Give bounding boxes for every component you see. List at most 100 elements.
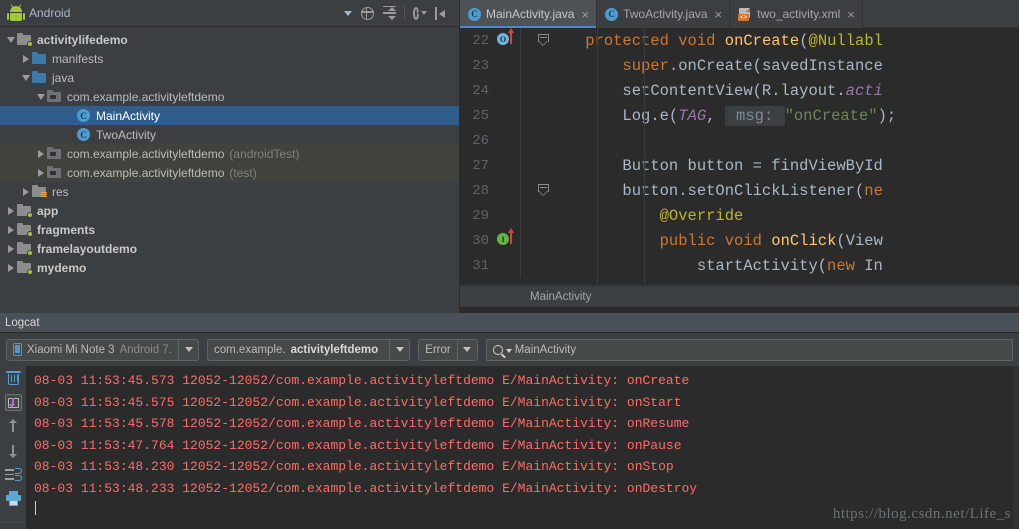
tree-item-twoactivity[interactable]: C TwoActivity [0,125,459,144]
close-icon[interactable]: × [581,8,589,21]
tree-item-mainactivity[interactable]: C MainActivity [0,106,459,125]
chevron-down-icon[interactable] [344,10,352,16]
locate-icon[interactable] [360,6,375,21]
code-line[interactable]: 24 setContentView(R.layout.acti [460,78,1019,103]
log-level-selector[interactable]: Error [418,338,478,361]
editor-breadcrumb[interactable]: MainActivity [460,285,1019,307]
tree-item-com-example-activityleftdemo[interactable]: com.example.activityleftdemo (androidTest… [0,144,459,163]
code-text[interactable]: button.setOnClickListener(ne [548,182,1019,200]
editor-gutter[interactable] [494,178,549,203]
tree-twisty[interactable] [20,187,32,196]
tree-item-activitylifedemo[interactable]: activitylifedemo [0,30,459,49]
tree-twisty[interactable] [20,74,32,81]
code-line[interactable]: 26 [460,128,1019,153]
code-line[interactable]: 29 @Override [460,203,1019,228]
code-text[interactable]: setContentView(R.layout.acti [548,82,1019,100]
print-icon[interactable] [5,490,22,507]
code-text[interactable]: Button button = findViewById [548,157,1019,175]
arrow-up-icon[interactable] [5,418,22,435]
code-line[interactable]: 27 Button button = findViewById [460,153,1019,178]
code-text[interactable]: startActivity(new In [548,257,1019,275]
editor-tab-mainactivity-java[interactable]: C MainActivity.java × [460,0,598,28]
scroll-to-end-icon[interactable] [4,394,22,411]
tree-item-fragments[interactable]: fragments [0,220,459,239]
tree-twisty[interactable] [35,93,47,100]
close-icon[interactable]: × [715,8,723,21]
code-line[interactable]: 25 Log.e(TAG, msg: "onCreate"); [460,103,1019,128]
process-selector-chevron-down-icon[interactable] [389,339,409,360]
tree-twisty[interactable] [20,54,32,63]
editor-gutter[interactable]: I [494,228,548,253]
editor-gutter[interactable] [494,153,548,178]
log-line[interactable]: 08-03 11:53:45.573 12052-12052/com.examp… [26,370,1019,392]
code-line[interactable]: 23 super.onCreate(savedInstance [460,53,1019,78]
code-text[interactable]: @Override [548,207,1019,225]
tree-item-framelayoutdemo[interactable]: framelayoutdemo [0,239,459,258]
tree-item-java[interactable]: java [0,68,459,87]
search-options-chevron-down-icon[interactable] [505,349,512,353]
editor-gutter[interactable] [494,53,548,78]
logcat-tab[interactable]: Logcat [0,313,1019,333]
device-selector-chevron-down-icon[interactable] [178,339,198,360]
editor-gutter[interactable] [494,203,548,228]
tree-item-res[interactable]: res [0,182,459,201]
code-text[interactable]: protected void onCreate(@Nullabl [548,32,1019,50]
logcat-search-input[interactable]: MainActivity [485,338,1013,361]
implements-marker-icon[interactable]: I [497,233,509,245]
log-line[interactable]: 08-03 11:53:45.578 12052-12052/com.examp… [26,413,1019,435]
process-selector[interactable]: com.example. activityleftdemo [207,338,411,361]
drag-handle-dots[interactable]: ······ [1,517,25,527]
collapse-all-icon[interactable] [382,5,397,21]
tree-twisty[interactable] [5,206,17,215]
code-line[interactable]: 31 startActivity(new In [460,253,1019,278]
code-line[interactable]: 30 I public void onClick(View [460,228,1019,253]
code-editor[interactable]: 22 O protected void onCreate(@Nullabl 23 s… [460,28,1019,285]
tree-item-com-example-activityleftdemo[interactable]: com.example.activityleftdemo [0,87,459,106]
editor-gutter[interactable] [494,128,548,153]
fold-collapse-icon[interactable] [538,34,549,46]
editor-gutter[interactable] [494,103,548,128]
tree-item-com-example-activityleftdemo[interactable]: com.example.activityleftdemo (test) [0,163,459,182]
editor-tab-two-activity-xml[interactable]: <> two_activity.xml × [730,0,863,28]
code-token: "onCreate" [784,106,878,125]
project-view-selector-label[interactable]: Android [29,6,344,20]
tree-twisty[interactable] [5,244,17,253]
tree-twisty[interactable] [35,149,47,158]
log-line[interactable]: 08-03 11:53:45.575 12052-12052/com.examp… [26,392,1019,414]
fold-collapse-icon[interactable] [538,184,549,196]
tree-item-mydemo[interactable]: mydemo [0,258,459,277]
tree-twisty[interactable] [5,36,17,43]
tree-item-app[interactable]: app [0,201,459,220]
device-selector[interactable]: Xiaomi Mi Note 3 Android 7. [6,338,199,361]
code-text[interactable]: Log.e(TAG, msg: "onCreate"); [548,105,1019,126]
settings-icon[interactable] [412,6,427,21]
soft-wrap-icon[interactable] [4,466,22,483]
code-text[interactable]: public void onClick(View [548,232,1019,250]
code-line[interactable]: 22 O protected void onCreate(@Nullabl [460,28,1019,53]
editor-gutter[interactable] [494,78,548,103]
code-token: public [659,231,716,250]
tab-bar-filler [862,0,1019,28]
override-marker-icon[interactable]: O [497,33,509,45]
logcat-lines[interactable]: 08-03 11:53:45.573 12052-12052/com.examp… [26,366,1019,529]
tree-twisty[interactable] [5,263,17,272]
log-line[interactable]: 08-03 11:53:48.230 12052-12052/com.examp… [26,456,1019,478]
trash-icon[interactable] [5,370,22,387]
tree-item-manifests[interactable]: manifests [0,49,459,68]
tree-twisty[interactable] [35,168,47,177]
log-line[interactable]: 08-03 11:53:47.764 12052-12052/com.examp… [26,435,1019,457]
arrow-down-icon[interactable] [5,442,22,459]
log-line[interactable]: 08-03 11:53:48.233 12052-12052/com.examp… [26,478,1019,500]
close-icon[interactable]: × [847,8,855,21]
project-tree[interactable]: activitylifedemo manifests java com.example… [0,27,459,277]
editor-gutter[interactable] [494,253,548,278]
editor-tab-bar[interactable]: C MainActivity.java × C TwoActivity.java × <> t… [460,0,1019,28]
log-level-chevron-down-icon[interactable] [456,339,477,360]
code-text[interactable]: super.onCreate(savedInstance [548,57,1019,75]
code-line[interactable]: 28 button.setOnClickListener(ne [460,178,1019,203]
logcat-scrollbar[interactable] [1013,366,1019,529]
editor-gutter[interactable]: O [494,28,549,53]
tree-twisty[interactable] [5,225,17,234]
hide-icon[interactable] [434,6,449,21]
editor-tab-twoactivity-java[interactable]: C TwoActivity.java × [597,0,731,28]
